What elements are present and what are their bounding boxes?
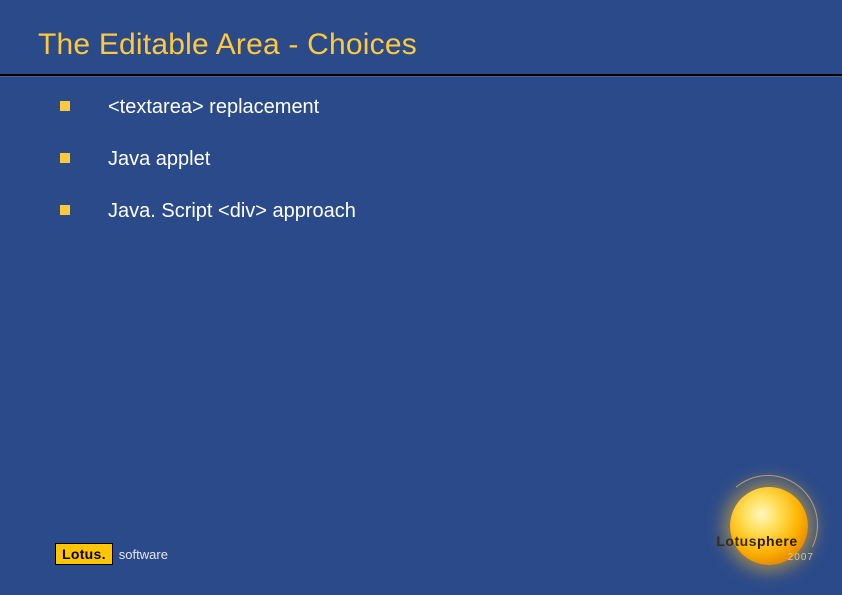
lotusphere-logo: Lotusphere 2007 [694,483,824,583]
lotus-software-label: software [119,547,168,562]
lotusphere-word-a: Lotus [716,533,757,549]
bullet-text: Java applet [108,146,210,172]
title-underline [0,74,842,76]
lotusphere-year: 2007 [788,552,814,563]
slide: The Editable Area - Choices <textarea> r… [0,0,842,595]
lotusphere-wordmark: Lotusphere [698,533,816,549]
list-item: Java applet [60,146,802,172]
bullet-text: Java. Script <div> approach [108,198,356,224]
title-area: The Editable Area - Choices [38,28,822,68]
lotusphere-word-b: phere [757,533,798,549]
bullet-text: <textarea> replacement [108,94,319,120]
slide-title: The Editable Area - Choices [38,28,822,62]
footer-lotus-logo: Lotus. software [55,543,168,565]
list-item: <textarea> replacement [60,94,802,120]
bullet-list: <textarea> replacement Java applet Java.… [60,94,802,250]
bullet-icon [60,153,70,163]
bullet-icon [60,101,70,111]
bullet-icon [60,205,70,215]
lotus-mark: Lotus. [55,543,113,565]
list-item: Java. Script <div> approach [60,198,802,224]
